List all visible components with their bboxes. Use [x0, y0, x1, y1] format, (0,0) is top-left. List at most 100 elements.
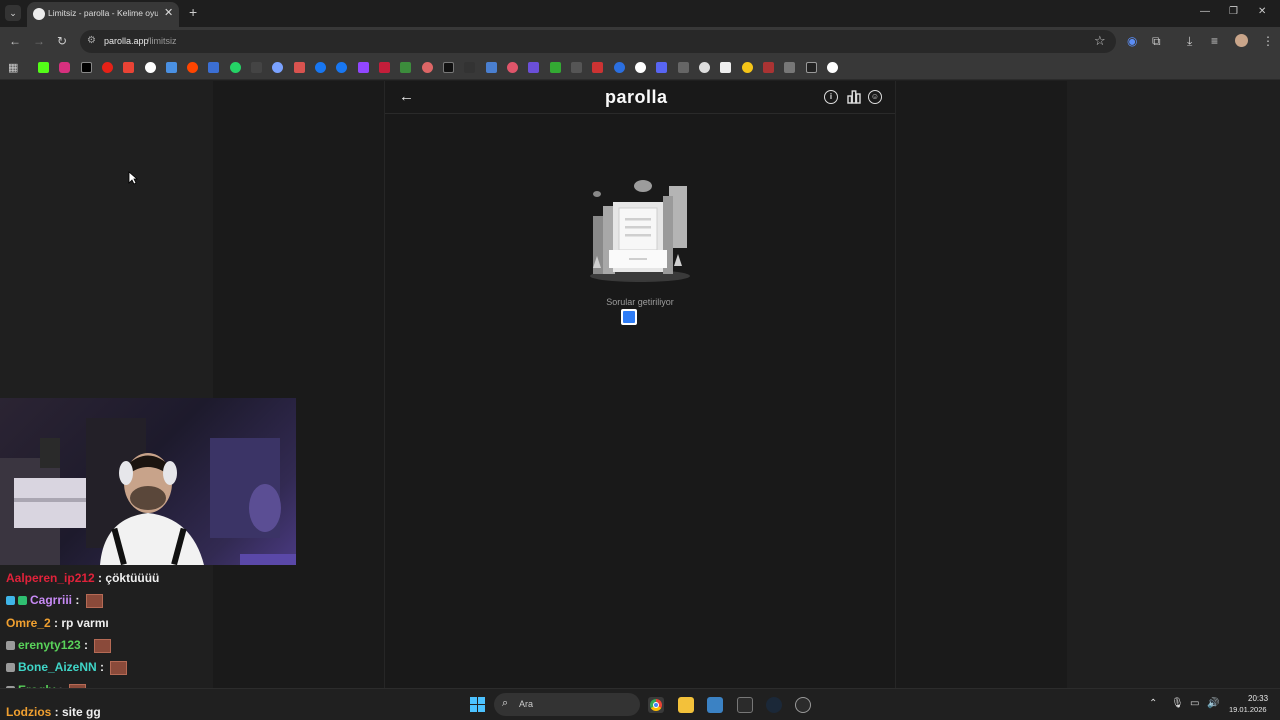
bookmark-site-icon[interactable] [571, 62, 582, 73]
bookmark-site-icon[interactable] [699, 62, 710, 73]
chat-username[interactable]: Omre_2 [6, 616, 51, 630]
bookmark-site-icon[interactable] [486, 62, 497, 73]
chat-username[interactable]: erenyty123 [18, 638, 81, 652]
chat-text: çöktüüüü [105, 571, 160, 585]
bookmark-site-icon[interactable] [550, 62, 561, 73]
clock-time[interactable]: 20:33 [1248, 694, 1268, 703]
chat-username[interactable]: Aalperen_ip212 [6, 571, 95, 585]
google-translate-icon[interactable] [621, 309, 637, 325]
bookmark-site-icon[interactable] [166, 62, 177, 73]
extensions-puzzle-icon[interactable]: ⧉ [1152, 34, 1161, 49]
site-info-icon[interactable]: ⚙ [87, 35, 96, 46]
bookmark-site-icon[interactable] [678, 62, 689, 73]
bookmark-site-icon[interactable] [614, 62, 625, 73]
microphone-icon[interactable]: 🎙 [1171, 698, 1184, 709]
bookmark-gmail-icon[interactable] [123, 62, 134, 73]
bookmark-site-icon[interactable] [251, 62, 262, 73]
bookmark-whatsapp-icon[interactable] [230, 62, 241, 73]
browser-menu-icon[interactable]: ⋮ [1262, 34, 1274, 48]
bookmark-site-icon[interactable] [379, 62, 390, 73]
taskbar-app-icon[interactable] [795, 697, 811, 713]
badge-icon [6, 663, 15, 673]
bookmark-facebook-icon[interactable] [336, 62, 347, 73]
new-tab-button[interactable]: + [189, 4, 197, 20]
download-icon[interactable]: ⤓ [1187, 34, 1192, 49]
bookmark-site-icon[interactable] [272, 62, 283, 73]
taskbar-file-explorer-icon[interactable] [678, 697, 694, 713]
taskbar-photos-icon[interactable] [707, 697, 723, 713]
stats-icon[interactable] [847, 90, 861, 104]
tray-overflow-icon[interactable]: ⌃ [1149, 698, 1157, 709]
tab-favicon-icon [33, 8, 45, 20]
apps-grid-icon[interactable]: ▦ [8, 61, 18, 74]
forward-icon[interactable]: → [33, 34, 45, 48]
chat-message: Lodzios : site gg [6, 705, 101, 719]
minimize-icon[interactable]: — [1200, 6, 1210, 17]
bookmark-site-icon[interactable] [294, 62, 305, 73]
reload-icon[interactable]: ↻ [57, 34, 67, 48]
bookmark-site-icon[interactable] [443, 62, 454, 73]
browser-tab-strip: ⌄ Limitsiz - parolla - Kelime oyunu ✕ + … [0, 0, 1280, 27]
bookmark-site-icon[interactable] [742, 62, 753, 73]
window-close-icon[interactable]: ✕ [1258, 6, 1266, 17]
bookmark-instagram-icon[interactable] [59, 62, 70, 73]
bookmark-site-icon[interactable] [464, 62, 475, 73]
user-profile-icon[interactable]: ☺ [868, 90, 882, 104]
clock-date[interactable]: 19.01.2026 [1229, 705, 1267, 714]
url-path: /limitsiz [147, 36, 177, 46]
chat-username[interactable]: Bone_AizeNN [18, 660, 97, 674]
search-icon: ⌕ [502, 697, 509, 709]
chat-message: Cagrriii : [6, 593, 103, 608]
bookmark-site-icon[interactable] [806, 62, 817, 73]
bookmark-site-icon[interactable] [827, 62, 838, 73]
restore-icon[interactable]: ❐ [1229, 6, 1238, 17]
chat-username[interactable]: Lodzios [6, 705, 51, 719]
app-header: ← parolla i ☺ [385, 81, 895, 114]
bookmark-kick-icon[interactable] [38, 62, 49, 73]
bookmark-site-icon[interactable] [784, 62, 795, 73]
profile-avatar[interactable] [1235, 34, 1248, 47]
tab-search-button[interactable]: ⌄ [5, 5, 21, 21]
chat-message: Bone_AizeNN : [6, 660, 128, 675]
back-icon[interactable]: ← [9, 34, 21, 48]
taskbar-steam-icon[interactable] [766, 697, 782, 713]
bookmark-reddit-icon[interactable] [187, 62, 198, 73]
bookmark-site-icon[interactable] [400, 62, 411, 73]
bookmark-site-icon[interactable] [422, 62, 433, 73]
tab-title: Limitsiz - parolla - Kelime oyunu [48, 8, 158, 18]
network-icon[interactable]: ▭ [1190, 698, 1199, 709]
emote-icon [94, 638, 112, 653]
bookmark-site-icon[interactable] [528, 62, 539, 73]
tab-close-icon[interactable]: ✕ [164, 6, 173, 19]
loading-message: Sorular getiriliyor [606, 297, 674, 307]
bookmark-site-icon[interactable] [315, 62, 326, 73]
taskbar-chrome-icon[interactable] [648, 697, 664, 713]
info-icon[interactable]: i [824, 90, 838, 104]
bookmark-site-icon[interactable] [656, 62, 667, 73]
bookmarks-bar: ▦ [0, 56, 1280, 80]
bookmark-site-icon[interactable] [720, 62, 731, 73]
windows-start-icon[interactable] [470, 697, 485, 712]
browser-tab[interactable]: Limitsiz - parolla - Kelime oyunu ✕ [27, 2, 179, 27]
bookmark-site-icon[interactable] [507, 62, 518, 73]
bookmark-google-icon[interactable] [145, 62, 156, 73]
taskbar-search[interactable]: ⌕ Ara [494, 693, 640, 716]
address-bar[interactable]: ⚙ parolla.app /limitsiz ☆ [80, 30, 1116, 53]
bookmark-site-icon[interactable] [592, 62, 603, 73]
volume-icon[interactable]: 🔊 [1207, 698, 1219, 709]
media-control-icon[interactable]: ≡ [1211, 34, 1218, 48]
bookmark-site-icon[interactable] [208, 62, 219, 73]
extension-icon[interactable]: ◉ [1127, 34, 1137, 48]
back-arrow-icon[interactable]: ← [399, 88, 414, 105]
bookmark-site-icon[interactable] [763, 62, 774, 73]
bookmark-star-icon[interactable]: ☆ [1094, 33, 1106, 49]
bookmark-site-icon[interactable] [635, 62, 646, 73]
taskbar-app-icon[interactable] [737, 697, 753, 713]
bookmark-youtube-icon[interactable] [102, 62, 113, 73]
chat-message: erenyty123 : [6, 638, 112, 653]
chat-username[interactable]: Cagrriii [30, 593, 72, 607]
bookmark-x-icon[interactable] [81, 62, 92, 73]
bookmark-twitch-icon[interactable] [358, 62, 369, 73]
url-host: parolla.app [104, 36, 149, 46]
badge-icon [6, 641, 15, 651]
